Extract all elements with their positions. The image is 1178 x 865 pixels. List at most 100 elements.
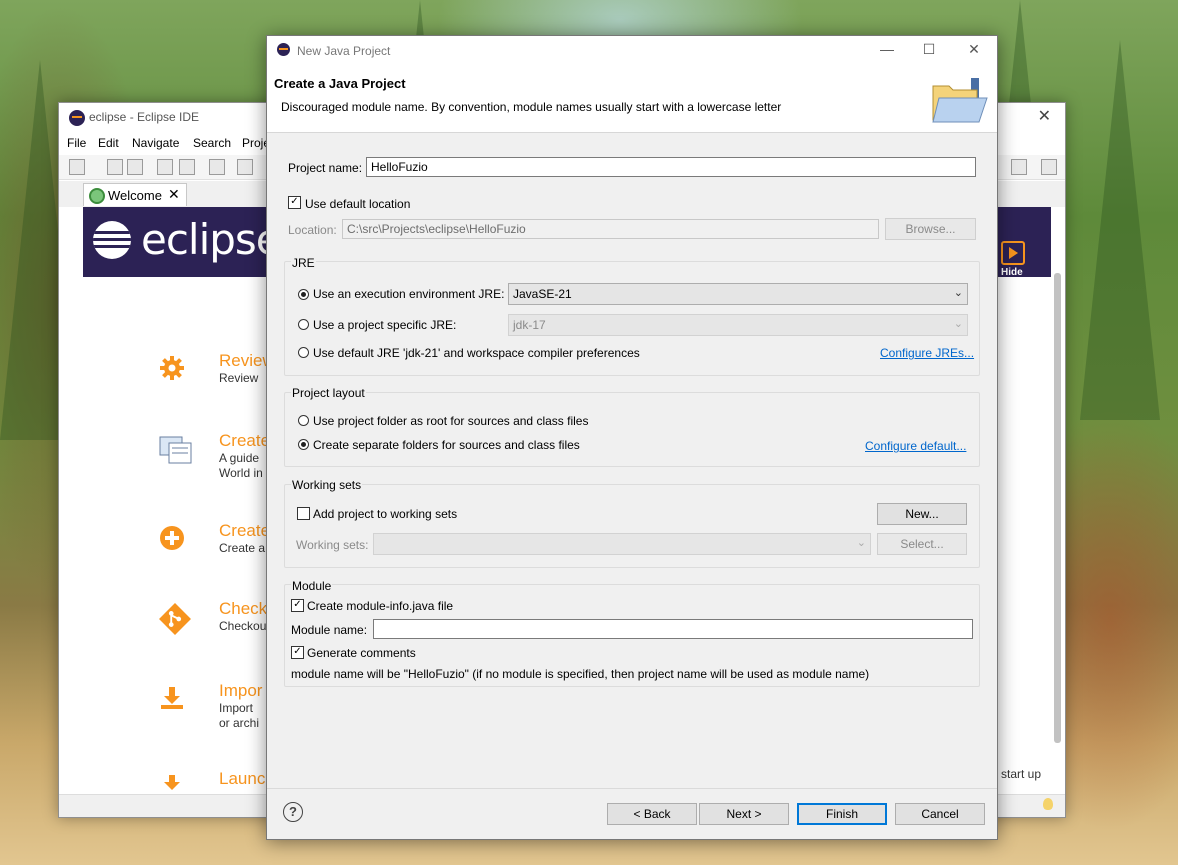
java-perspective-icon[interactable] [1041, 159, 1057, 175]
new-icon[interactable] [69, 159, 85, 175]
eclipse-app-icon [277, 43, 290, 56]
undo-icon[interactable] [157, 159, 173, 175]
working-sets-label: Working sets: [296, 538, 369, 552]
startup-text: start up [1001, 767, 1042, 781]
jre-specific-value: jdk-17 [513, 318, 546, 332]
jre-specific-radio[interactable] [298, 319, 309, 330]
welcome-item-title: Launc [219, 769, 266, 788]
location-input[interactable]: C:\src\Projects\eclipse\HelloFuzio [342, 219, 879, 239]
minimize-icon[interactable]: — [877, 41, 897, 57]
jre-env-value: JavaSE-21 [513, 287, 572, 301]
lightbulb-icon[interactable] [1043, 798, 1053, 810]
gear-icon [160, 356, 184, 380]
chevron-down-icon: ⌄ [953, 318, 963, 330]
project-name-label: Project name: [288, 161, 363, 175]
create-module-info-label: Create module-info.java file [307, 599, 454, 613]
menu-search[interactable]: Search [193, 136, 231, 150]
add-to-working-sets-checkbox[interactable] [297, 507, 310, 520]
browse-button[interactable]: Browse... [885, 218, 976, 240]
module-name-input[interactable] [373, 619, 973, 639]
maximize-icon[interactable]: ☐ [919, 41, 939, 58]
welcome-item-desc: Checkou [219, 619, 267, 633]
generate-comments-checkbox[interactable]: ✓ [291, 646, 304, 659]
project-name-input[interactable]: HelloFuzio [366, 157, 976, 177]
menu-navigate[interactable]: Navigate [132, 136, 179, 150]
dialog-window-title: New Java Project [297, 44, 391, 58]
save-all-icon[interactable] [127, 159, 143, 175]
dialog-titlebar: New Java Project — ☐ ✕ [267, 36, 997, 66]
module-info-text: module name will be "HelloFuzio" (if no … [291, 667, 870, 681]
layout-separate-label: Create separate folders for sources and … [313, 438, 580, 452]
generate-comments-label: Generate comments [307, 646, 416, 660]
eclipse-close-icon[interactable]: ✕ [1038, 106, 1051, 126]
welcome-item-desc: Import or archi [219, 701, 260, 730]
add-to-working-sets-label: Add project to working sets [313, 507, 458, 521]
welcome-item-desc: Create a [219, 541, 266, 555]
working-sets-group-title: Working sets [291, 478, 363, 492]
save-icon[interactable] [107, 159, 123, 175]
select-working-sets-button[interactable]: Select... [877, 533, 967, 555]
debug-icon[interactable] [237, 159, 253, 175]
project-layout-group [284, 392, 980, 467]
jre-env-select[interactable]: JavaSE-21 ⌄ [508, 283, 968, 305]
tab-close-icon[interactable]: ✕ [168, 186, 180, 203]
eclipse-window-title: eclipse - Eclipse IDE [89, 110, 200, 124]
back-button[interactable]: < Back [607, 803, 697, 825]
welcome-item-title: Impor [219, 681, 263, 700]
java-project-folder-icon [932, 78, 988, 123]
configure-default-link[interactable]: Configure default... [865, 439, 966, 453]
menu-file[interactable]: File [67, 136, 86, 150]
dialog-header: Create a Java Project Discouraged module… [267, 66, 997, 133]
eclipse-logo-text: eclipse [141, 215, 282, 264]
welcome-item-desc: Review [219, 371, 259, 385]
add-icon [160, 526, 184, 550]
tab-welcome[interactable]: Welcome ✕ [83, 183, 187, 206]
open-perspective-icon[interactable] [1011, 159, 1027, 175]
header-title: Create a Java Project [274, 76, 406, 91]
finish-button[interactable]: Finish [797, 803, 887, 825]
cancel-button[interactable]: Cancel [895, 803, 985, 825]
redo-icon[interactable] [179, 159, 195, 175]
header-message: Discouraged module name. By convention, … [281, 100, 782, 114]
new-java-project-dialog: New Java Project — ☐ ✕ Create a Java Pro… [266, 35, 998, 840]
console-icon[interactable] [209, 159, 225, 175]
location-label: Location: [288, 223, 337, 237]
configure-jres-link[interactable]: Configure JREs... [880, 346, 974, 360]
project-layout-group-title: Project layout [291, 386, 366, 400]
welcome-scrollbar[interactable] [1054, 273, 1061, 743]
new-working-set-button[interactable]: New... [877, 503, 967, 525]
layout-separate-radio[interactable] [298, 439, 309, 450]
welcome-item-title: Check [219, 599, 268, 618]
jre-env-radio[interactable] [298, 289, 309, 300]
layout-root-radio[interactable] [298, 415, 309, 426]
hide-icon[interactable] [1001, 241, 1025, 265]
welcome-item-desc: A guide World in [219, 451, 263, 480]
tab-welcome-label: Welcome [108, 188, 162, 203]
module-name-label: Module name: [291, 623, 368, 637]
working-sets-select[interactable]: ⌄ [373, 533, 871, 555]
working-sets-group [284, 484, 980, 568]
close-icon[interactable]: ✕ [964, 41, 984, 58]
menu-edit[interactable]: Edit [98, 136, 119, 150]
import-icon [161, 687, 183, 709]
welcome-item-title: Create [219, 521, 271, 540]
jre-specific-label: Use a project specific JRE: [313, 318, 457, 332]
chevron-down-icon: ⌄ [856, 537, 866, 549]
help-icon[interactable]: ? [283, 802, 303, 822]
module-group-title: Module [291, 579, 333, 593]
jre-default-label: Use default JRE 'jdk-21' and workspace c… [313, 346, 640, 360]
hide-label[interactable]: Hide [1001, 267, 1023, 278]
jre-default-radio[interactable] [298, 347, 309, 358]
footer-separator [267, 788, 997, 789]
create-module-info-checkbox[interactable]: ✓ [291, 599, 304, 612]
next-button[interactable]: Next > [699, 803, 789, 825]
use-default-location-label: Use default location [305, 197, 411, 211]
git-icon [159, 603, 191, 635]
jre-specific-select[interactable]: jdk-17 ⌄ [508, 314, 968, 336]
layout-root-label: Use project folder as root for sources a… [313, 414, 589, 428]
wallpaper-ridge [1080, 40, 1160, 420]
jre-group-title: JRE [291, 256, 316, 270]
use-default-location-checkbox[interactable]: ✓ [288, 196, 301, 209]
chevron-down-icon: ⌄ [953, 287, 963, 299]
jre-env-label: Use an execution environment JRE: [313, 287, 505, 301]
